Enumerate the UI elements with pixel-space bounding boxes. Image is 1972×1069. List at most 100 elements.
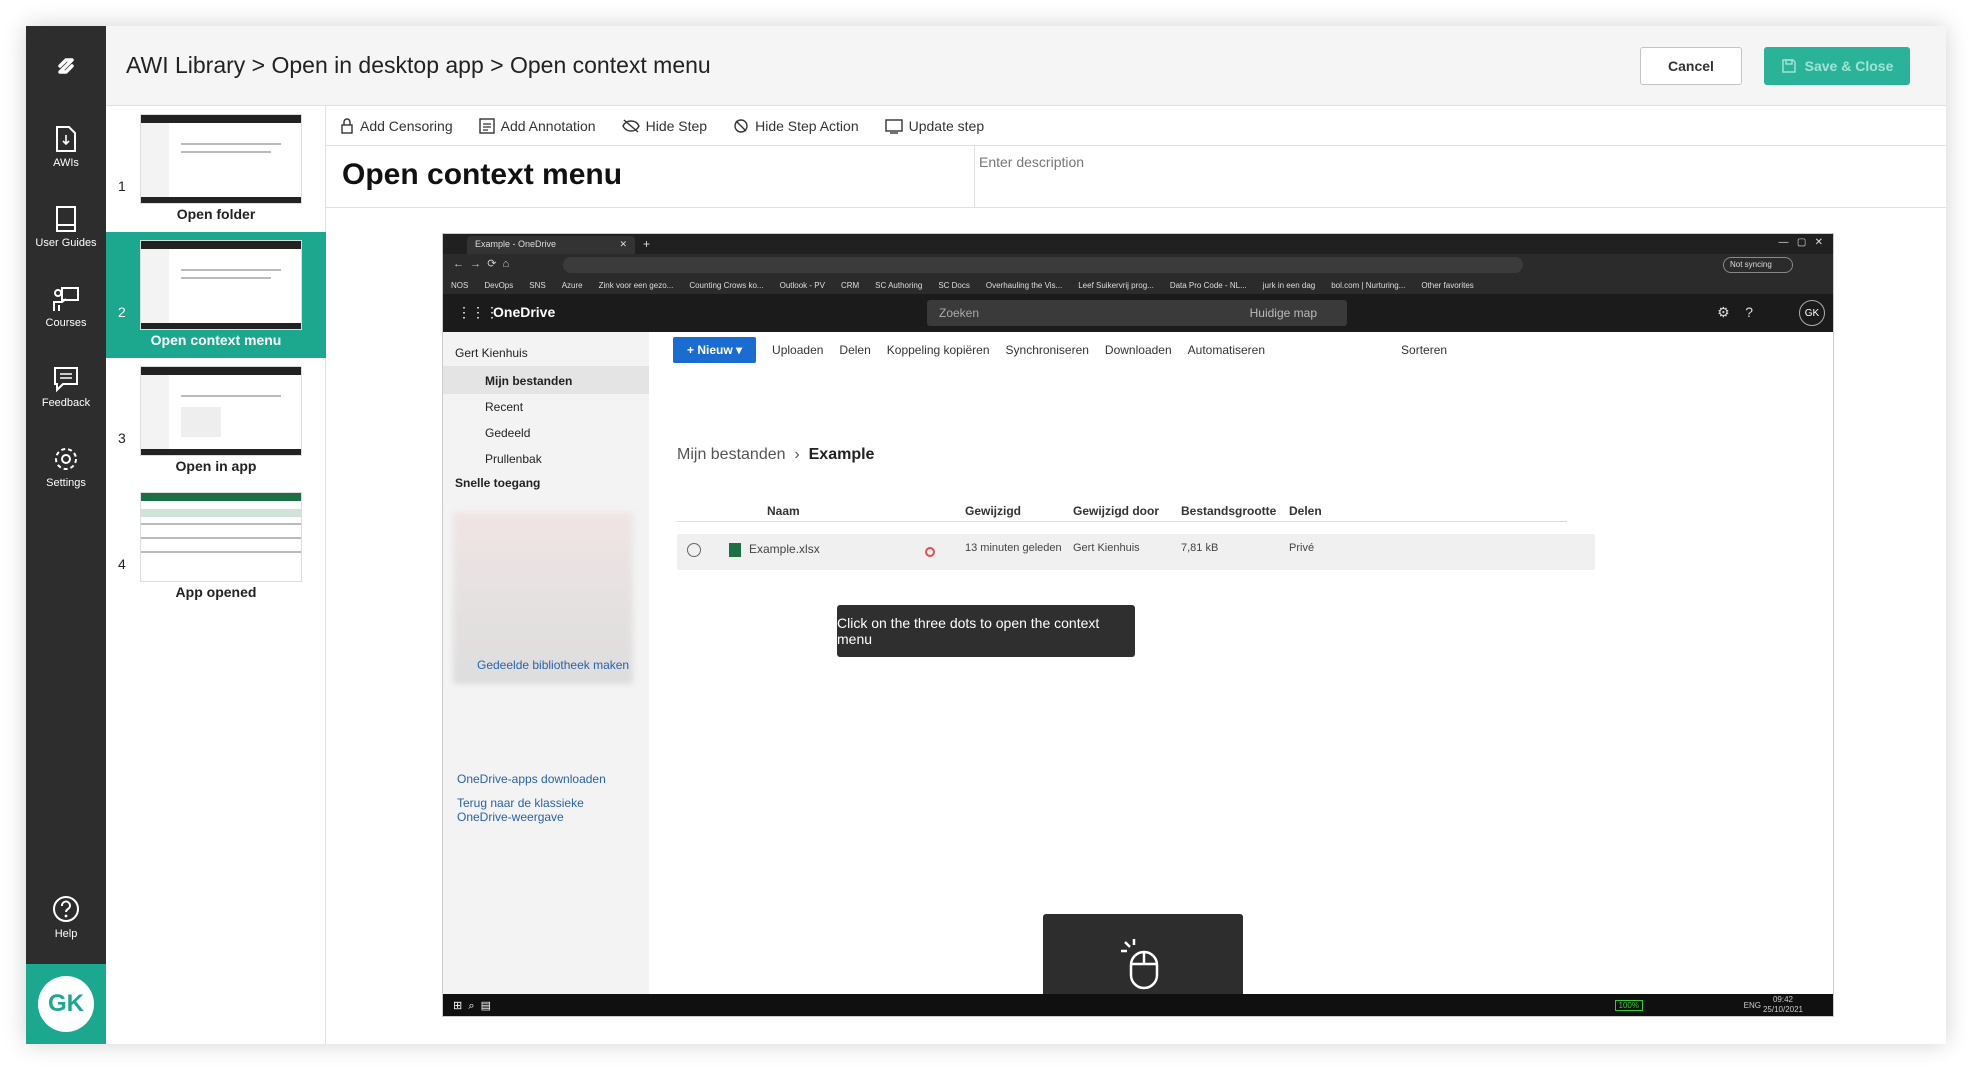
tool-label: Hide Step Action (755, 117, 859, 134)
rail-item-user-guides[interactable]: User Guides (26, 192, 106, 262)
rail-item-help[interactable]: Help (26, 882, 106, 952)
step-thumbnail (140, 492, 302, 582)
step-label: Open folder (176, 206, 256, 222)
rail-label: Courses (45, 317, 87, 329)
step-item[interactable]: 4 App opened (106, 484, 326, 610)
favorite-item: Zink voor een gezo... (598, 280, 674, 290)
file-row: Example.xlsx 13 minuten geleden Gert Kie… (677, 534, 1595, 570)
apps-download-link: OneDrive-apps downloaden (457, 772, 606, 786)
rail-label: User Guides (35, 237, 97, 249)
quick-access-heading: Snelle toegang (455, 476, 541, 490)
sync-command: Synchroniseren (1005, 343, 1089, 357)
windows-taskbar: ⊞ ⌕ ▤ 100% ENG 09:42 25/10/2021 (443, 994, 1833, 1016)
favorite-item: Data Pro Code - NL... (1169, 280, 1247, 290)
nav-shared: Gedeeld (485, 426, 531, 440)
step-list: 1 Open folder 2 Open context menu 3 Open… (106, 106, 326, 1044)
gear-icon (55, 448, 77, 470)
favorite-item: Counting Crows ko... (689, 280, 764, 290)
favorite-item: NOS (451, 280, 469, 290)
owner-name: Gert Kienhuis (455, 346, 528, 360)
book-icon (56, 206, 76, 232)
step-thumbnail (140, 366, 302, 456)
cancel-button[interactable]: Cancel (1640, 47, 1742, 85)
download-command: Downloaden (1104, 343, 1172, 357)
clock-date: 25/10/2021 (1762, 1005, 1803, 1014)
annotation-icon (478, 117, 495, 134)
favorites-bar: NOS DevOps SNS Azure Zink voor een gezo... Co… (443, 276, 1833, 294)
step-screenshot[interactable]: Example - OneDrive ✕ + — ▢ ✕ ← → ⟳ ⌂ Not… (442, 233, 1834, 1017)
favorite-item: CRM (840, 280, 860, 290)
file-modified-by: Gert Kienhuis (1073, 542, 1140, 554)
nav-recent: Recent (485, 400, 524, 414)
tool-label: Hide Step (645, 117, 708, 134)
rail-item-awis[interactable]: AWIs (26, 112, 106, 182)
clock-time: 09:42 (1772, 995, 1793, 1004)
feedback-icon (54, 367, 78, 393)
search-placeholder: Zoeken (939, 306, 980, 320)
step-title[interactable]: Open context menu (342, 158, 622, 192)
onedrive-nav: Gert Kienhuis Mijn bestanden Recent Gede… (443, 332, 649, 994)
automate-command: Automatiseren (1187, 343, 1266, 357)
tool-label: Update step (908, 117, 985, 134)
user-avatar-area[interactable]: GK (26, 964, 106, 1044)
lock-icon (341, 117, 353, 134)
step-title-row: Open context menu (326, 146, 1946, 208)
onedrive-search: Zoeken Huidige map (927, 300, 1347, 326)
rail-item-courses[interactable]: Courses (26, 272, 106, 342)
hide-step-action-button[interactable]: Hide Step Action (733, 118, 859, 134)
sort-command: Sorteren (1401, 343, 1448, 357)
favorite-item: Other favorites (1421, 280, 1474, 290)
favorite-item: DevOps (484, 280, 514, 290)
rail-item-feedback[interactable]: Feedback (26, 352, 106, 422)
add-censoring-button[interactable]: Add Censoring (340, 118, 453, 134)
favorite-item: SC Docs (938, 280, 970, 290)
shared-library-link: Gedeelde bibliotheek maken (477, 658, 630, 672)
tab-title: Example - OneDrive (475, 239, 557, 249)
step-item[interactable]: 1 Open folder (106, 106, 326, 232)
step-number: 2 (118, 304, 126, 320)
browser-tab: Example - OneDrive ✕ (467, 236, 635, 254)
share-command: Delen (839, 343, 871, 357)
nav-recycle-bin: Prullenbak (485, 452, 542, 466)
file-name: Example.xlsx (749, 542, 820, 556)
mouse-click-icon (1121, 939, 1159, 990)
step-item-active[interactable]: 2 Open context menu (106, 232, 326, 358)
description-input[interactable] (975, 146, 1946, 178)
description-area (974, 146, 1946, 208)
step-label: App opened (175, 584, 257, 600)
save-close-button[interactable]: Save & Close (1764, 47, 1910, 85)
onedrive-command-bar: + Nieuw ▾ Uploaden Delen Koppeling kopië… (649, 332, 1833, 368)
new-button: + Nieuw ▾ (673, 337, 757, 363)
eye-off-icon (621, 118, 640, 133)
onedrive-breadcrumb: Mijn bestanden › Example (677, 446, 875, 463)
file-list-header: Naam Gewijzigd Gewijzigd door Bestandsgr… (677, 496, 1567, 522)
step-item[interactable]: 3 Open in app (106, 358, 326, 484)
hide-step-button[interactable]: Hide Step (621, 117, 708, 134)
onedrive-suite-bar: ⋮⋮⋮ OneDrive Zoeken Huidige map ⚙ ? GK (443, 294, 1833, 332)
click-marker-icon (925, 547, 935, 557)
app-logo-icon[interactable] (26, 26, 106, 106)
rail-label: Help (54, 928, 78, 940)
browser-tab-bar: Example - OneDrive ✕ + — ▢ ✕ (443, 234, 1833, 254)
rail-label: Settings (46, 477, 86, 489)
step-label: Open in app (175, 458, 257, 474)
favorite-item: Azure (561, 280, 583, 290)
avatar[interactable]: GK (38, 976, 94, 1032)
rail-label: Feedback (41, 397, 91, 409)
step-thumbnail (140, 114, 302, 204)
update-step-button[interactable]: Update step (884, 117, 985, 134)
favorite-item: Overhauling the Vis... (985, 280, 1063, 290)
favorite-item: bol.com | Nurturing... (1331, 280, 1406, 290)
header: AWI Library > Open in desktop app > Open… (106, 26, 1946, 106)
step-toolbar: Add Censoring Add Annotation Hide Step H… (326, 106, 1946, 146)
tool-label: Add Censoring (360, 117, 453, 134)
step-number: 4 (118, 556, 126, 572)
rail-item-settings[interactable]: Settings (26, 432, 106, 502)
add-annotation-button[interactable]: Add Annotation (478, 117, 596, 134)
file-modified: 13 minuten geleden (965, 542, 1062, 554)
help-icon (53, 896, 79, 922)
step-tooltip[interactable]: Click on the three dots to open the cont… (837, 605, 1135, 657)
app-name: OneDrive (493, 304, 556, 320)
file-sharing: Privé (1289, 542, 1315, 554)
classic-view-link: Terug naar de klassieke (457, 796, 584, 810)
